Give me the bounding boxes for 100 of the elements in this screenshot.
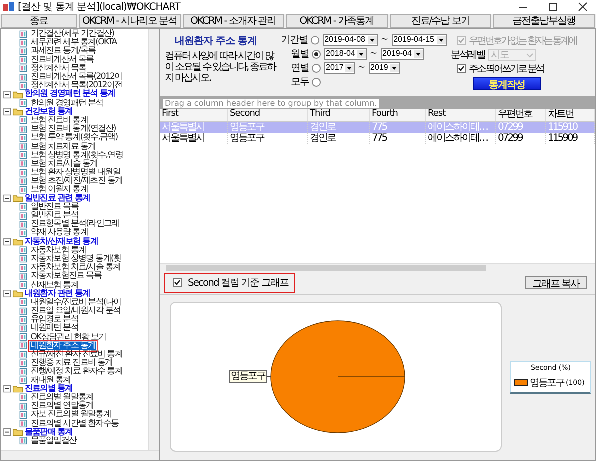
tree-item[interactable]: 기간결산(세무 기간결산): [30, 30, 115, 38]
toolbar-button[interactable]: 금전출납부실행: [493, 14, 595, 28]
tree-item[interactable]: 내원패턴 분석: [30, 324, 80, 333]
tree-item[interactable]: 정산계산서 목록: [30, 64, 87, 74]
dropdown[interactable]: 2017: [324, 62, 355, 74]
dropdown[interactable]: 2019-04-08: [322, 34, 378, 46]
tree-item[interactable]: 진료의별 연말통계: [30, 402, 95, 411]
toolbar-button[interactable]: OKCRM - 시나리오 분석: [79, 14, 181, 28]
tree-item[interactable]: 보험 환자 상병명별 내원일: [30, 168, 122, 177]
tree-group[interactable]: 진료의별 통계: [24, 384, 73, 394]
tree-item[interactable]: 보험 치료/시술 통계: [30, 160, 99, 168]
tree-group[interactable]: 자동차/산재보험 통계: [24, 238, 98, 246]
toolbar-button[interactable]: OKCRM - 가족통계: [286, 14, 388, 28]
window-title: [결산 및 통계 분석](local)₩OKCHART: [18, 1, 180, 14]
radio-button[interactable]: [311, 36, 320, 44]
tree-item[interactable]: 보험 투약 통계(횟수,금액): [30, 134, 119, 142]
tree-item[interactable]: 진료의별 시간별 환자수통: [30, 420, 120, 428]
tree-group[interactable]: 내원환자 관련 통계: [24, 290, 90, 298]
tree-group[interactable]: 한의원 경영패턴 분석 통계: [24, 90, 116, 100]
generate-button[interactable]: 통계작성: [473, 77, 541, 90]
table-row[interactable]: 서울특별시 영등포구 경인로 775 에이스하이테… 07299 115909: [160, 133, 595, 144]
collapse-icon[interactable]: [4, 428, 12, 436]
dropdown[interactable]: 2018-04: [324, 48, 367, 60]
table-cell: 영등포구: [228, 122, 308, 133]
tree-item[interactable]: 자보 진료의별 월말통계: [30, 410, 112, 420]
tree-item[interactable]: 진행/예정 치료 환자수 통계: [30, 368, 124, 376]
toolbar-button[interactable]: 종료: [1, 14, 77, 28]
dropdown[interactable]: 2019-04-15: [392, 34, 447, 46]
tree-item[interactable]: 과세진료 통계/목록: [30, 47, 97, 56]
tree-item[interactable]: 보험 상병명 통계(횟수,연령: [30, 151, 124, 160]
maximize-icon[interactable]: [548, 2, 558, 12]
table-cell: 영등포구: [228, 133, 308, 144]
tree-item[interactable]: 진료의별 월말통계: [30, 394, 95, 402]
checkbox-label: 주소 띄어쓰기로 분석: [469, 62, 544, 76]
column-header[interactable]: Fourth: [370, 109, 426, 121]
column-header[interactable]: 차트번: [546, 109, 595, 121]
tree-item[interactable]: 보험 이월지 통계: [30, 186, 89, 194]
tree-item[interactable]: OK상담관리 현황 보기: [30, 333, 108, 342]
tree-item[interactable]: 자동차보험진료 목록: [30, 272, 102, 281]
caret-icon[interactable]: [357, 50, 366, 58]
caret-icon[interactable]: [437, 36, 446, 44]
tree-item[interactable]: 물품일일결산: [30, 436, 78, 446]
dropdown[interactable]: 2019-04: [380, 48, 424, 60]
tree-item[interactable]: 진료비계산서 목록(2012이: [30, 73, 123, 82]
scrollbar[interactable]: [1, 450, 159, 460]
tree-item[interactable]: 신규/재진 환자 진료비 통계: [30, 350, 124, 359]
collapse-icon[interactable]: [4, 290, 12, 298]
column-header[interactable]: Second: [228, 109, 308, 121]
tree-item[interactable]: 보험 치료재료 통계: [30, 142, 96, 151]
dropdown[interactable]: 2019: [368, 62, 400, 74]
checkbox[interactable]: [173, 278, 182, 287]
collapse-icon[interactable]: [4, 108, 12, 116]
tree-item[interactable]: 세무관련 세부 통계(OKTA: [30, 38, 118, 48]
tree-item[interactable]: 보험 진료비 통계(연결산): [30, 125, 117, 134]
tree-group[interactable]: 일반진료 관련 통계: [24, 194, 90, 203]
tree-item[interactable]: 진료항목별 분석(라인그래: [30, 220, 120, 229]
tree-item[interactable]: 약재 사용량 통계: [30, 229, 89, 238]
checkbox[interactable]: [457, 64, 466, 73]
tree-item[interactable]: 정산계산서 목록(2012이전: [30, 82, 123, 90]
scrollbar[interactable]: [148, 29, 159, 450]
slice-label: 영등포구: [229, 370, 267, 384]
caret-icon[interactable]: [414, 50, 423, 58]
tree-item[interactable]: 재내원 통계: [30, 376, 72, 385]
collapse-icon[interactable]: [4, 238, 12, 246]
radio-button[interactable]: [312, 78, 321, 86]
tree-item[interactable]: 자동차보험 통계: [30, 246, 87, 255]
copy-graph-button[interactable]: 그래프 복사: [525, 276, 587, 289]
column-header[interactable]: Rest: [426, 109, 496, 121]
radio-button[interactable]: [312, 64, 321, 72]
toolbar-button[interactable]: 진료/수납 보기: [390, 14, 492, 28]
column-header[interactable]: First: [160, 109, 228, 121]
folder-icon: [12, 108, 24, 116]
collapse-icon[interactable]: [4, 385, 12, 394]
close-icon[interactable]: [578, 2, 588, 12]
radio-button[interactable]: [312, 50, 321, 58]
tree-item[interactable]: 진행중 치료 진료비 통계: [30, 358, 114, 368]
tree-item[interactable]: 일반진료 목록: [30, 203, 80, 212]
tree-item[interactable]: 내원환자 주소 통계: [30, 342, 96, 350]
tree-item[interactable]: 한의원 경영패턴 분석: [30, 99, 104, 108]
tree-item[interactable]: 보험 진료비 통계: [30, 116, 89, 126]
tree-item[interactable]: 내원일수/진료비 분석(나이: [30, 298, 122, 307]
collapse-icon[interactable]: [4, 194, 12, 203]
tree-item[interactable]: 보험 초진/재진/재초진 통계: [30, 177, 124, 186]
column-header[interactable]: Third: [308, 109, 370, 121]
column-header[interactable]: 우편번호: [496, 109, 546, 121]
tree-item[interactable]: 자동차보험 상병명 통계(횟: [30, 255, 122, 264]
tree-group[interactable]: 물품판매 통계: [24, 428, 73, 437]
toolbar-button[interactable]: OKCRM - 소개자 관리: [182, 14, 284, 28]
tree-item[interactable]: 진료일 요일/내원시각 분석: [30, 307, 122, 316]
caret-icon[interactable]: [390, 64, 399, 72]
tree-item[interactable]: 진료비계산서 목록: [30, 56, 95, 64]
caret-icon[interactable]: [345, 64, 354, 72]
tree-item[interactable]: 자동차보험 치료/시술 통계: [30, 264, 122, 272]
collapse-icon[interactable]: [4, 90, 12, 99]
tree-group[interactable]: 건강보험 통계: [24, 108, 73, 116]
field-label: 분석레벨: [451, 48, 485, 62]
caret-icon[interactable]: [368, 36, 378, 44]
tree-item[interactable]: 일반진료 분석: [30, 212, 80, 220]
tree-item[interactable]: 산재보험 통계: [30, 281, 80, 290]
tree-item[interactable]: 유입경로 분석: [30, 316, 80, 324]
